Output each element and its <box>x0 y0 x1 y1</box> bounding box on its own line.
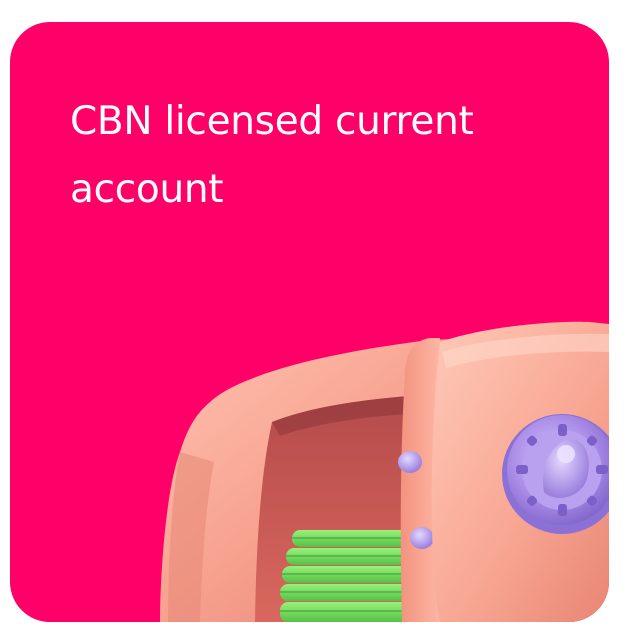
feature-card: CBN licensed current account <box>10 22 609 622</box>
safe-with-cash-icon <box>160 321 609 622</box>
